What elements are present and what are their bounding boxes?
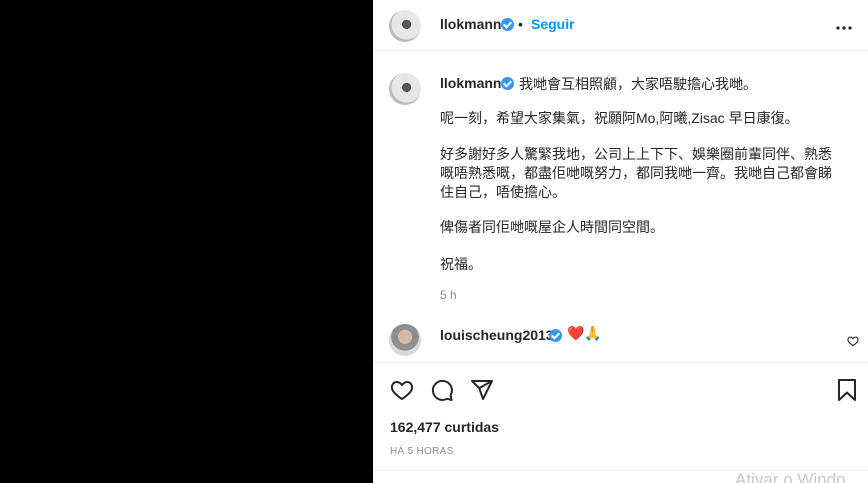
- author-avatar[interactable]: [389, 10, 421, 42]
- more-options-icon[interactable]: [836, 14, 852, 35]
- post-panel: llokmann • Seguir llokmann 我哋會互相照顧，大家唔駛擔…: [373, 0, 868, 483]
- caption-line-7: 祝福。: [440, 256, 482, 272]
- comment-text: ❤️🙏: [567, 325, 602, 341]
- heart-icon[interactable]: [390, 378, 414, 407]
- caption-time[interactable]: 5 h: [440, 288, 457, 302]
- separator-dot: •: [518, 16, 523, 32]
- bookmark-icon[interactable]: [836, 378, 858, 407]
- follow-button[interactable]: Seguir: [531, 16, 575, 32]
- caption-line-3: 好多謝好多人驚緊我地，公司上上下下、娛樂圈前輩同伴、熟悉: [440, 146, 832, 162]
- verified-icon: [501, 18, 514, 31]
- caption-verified-icon: [501, 77, 514, 90]
- likes-count[interactable]: 162,477 curtidas: [390, 419, 499, 435]
- caption-line-6: 俾傷者同佢哋嘅屋企人時間同空間。: [440, 219, 664, 235]
- author-username[interactable]: llokmann: [440, 16, 501, 32]
- comment-verified-icon: [549, 329, 562, 342]
- comment-username[interactable]: louischeung2013: [440, 327, 554, 343]
- post-media[interactable]: [0, 0, 373, 483]
- caption-username[interactable]: llokmann: [440, 75, 501, 91]
- activation-watermark: Ativar o Windo: [735, 470, 846, 483]
- divider: [373, 362, 868, 363]
- caption-line-2: 呢一刻，希望大家集氣，祝願阿Mo,阿曦,Zisac 早日康復。: [440, 110, 799, 126]
- share-icon[interactable]: [470, 378, 494, 407]
- caption-line-1: 我哋會互相照顧，大家唔駛擔心我哋。: [519, 76, 757, 92]
- post-header: llokmann • Seguir: [373, 0, 868, 51]
- posted-ago[interactable]: HÁ 5 HORAS: [390, 446, 454, 457]
- action-bar: [373, 370, 868, 410]
- comment-avatar[interactable]: [389, 324, 421, 356]
- comment-icon[interactable]: [430, 378, 454, 407]
- caption-avatar[interactable]: [389, 73, 421, 105]
- caption-line-5: 住自己，唔使擔心。: [440, 184, 566, 200]
- comment-like-icon[interactable]: [847, 334, 859, 352]
- caption-line-4: 嘅唔熟悉嘅，都盡佢哋嘅努力，都同我哋一齊。我哋自己都會睇: [440, 165, 832, 181]
